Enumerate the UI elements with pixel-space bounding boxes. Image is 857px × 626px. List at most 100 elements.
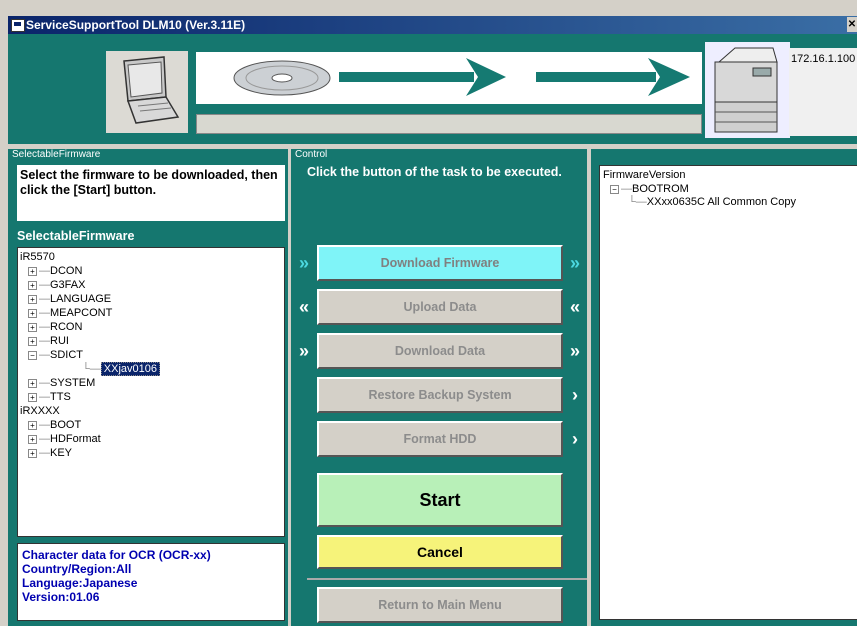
info-line: Version:01.06 xyxy=(22,590,100,604)
tree-item-label: HDFormat xyxy=(50,433,101,445)
return-main-menu-button[interactable]: Return to Main Menu xyxy=(317,587,563,623)
expand-icon[interactable]: + xyxy=(28,420,37,430)
window-title: ServiceSupportTool DLM10 (Ver.3.11E) xyxy=(26,18,246,32)
control-panel: Control Click the button of the task to … xyxy=(291,149,587,626)
tree-item-label: iRXXXX xyxy=(20,405,60,417)
tree-item[interactable]: iR5570 xyxy=(20,250,55,264)
tree-item[interactable]: └— XXjav0106 xyxy=(82,362,161,376)
cancel-button[interactable]: Cancel xyxy=(317,535,563,569)
printer-icon xyxy=(705,42,790,138)
tree-item-label: SYSTEM xyxy=(50,377,96,389)
firmware-tree[interactable]: iR5570 + —DCON + —G3FAX + —LANGUAGE + —MEAPCONT +… xyxy=(17,247,285,537)
fw-header: FirmwareVersion xyxy=(603,169,686,181)
double-chevron-right-icon: » xyxy=(298,341,309,361)
ip-address: 172.16.1.100 xyxy=(791,53,856,65)
double-chevron-right-icon: » xyxy=(298,253,309,273)
collapse-icon[interactable]: − xyxy=(610,184,619,194)
expand-icon[interactable]: + xyxy=(28,448,37,458)
tree-connector: — xyxy=(39,419,50,431)
firmware-version-panel: FirmwareVersion − —BOOTROM └—XXxx0635C Al… xyxy=(591,149,857,626)
divider xyxy=(307,578,587,580)
instruction-text: Select the firmware to be downloaded, th… xyxy=(17,165,285,221)
chevron-right-icon: › xyxy=(572,429,578,449)
tree-item[interactable]: + —LANGUAGE xyxy=(28,292,111,306)
expand-icon[interactable]: + xyxy=(28,308,37,318)
transfer-banner: 172.16.1.100 xyxy=(8,34,857,144)
format-hdd-button[interactable]: Format HDD xyxy=(317,421,563,457)
tree-item[interactable]: + —RUI xyxy=(28,334,69,348)
tree-item[interactable]: + —G3FAX xyxy=(28,278,85,292)
tree-item[interactable]: + —KEY xyxy=(28,446,72,460)
info-line: Language:Japanese xyxy=(22,576,138,590)
tree-item-label: BOOT xyxy=(50,419,82,431)
right-arrow-icon xyxy=(536,58,690,96)
download-data-button[interactable]: Download Data xyxy=(317,333,563,369)
tree-connector: — xyxy=(39,307,50,319)
tree-item-label: KEY xyxy=(50,447,73,459)
tree-item[interactable]: + —SYSTEM xyxy=(28,376,95,390)
fw-child[interactable]: └—XXxx0635C All Common Copy xyxy=(628,196,796,208)
tree-item[interactable]: + —TTS xyxy=(28,390,71,404)
double-chevron-right-icon: » xyxy=(569,253,580,273)
tree-item[interactable]: iRXXXX xyxy=(20,404,60,418)
expand-icon[interactable]: + xyxy=(28,434,37,444)
laptop-icon xyxy=(106,51,188,133)
expand-icon[interactable]: + xyxy=(28,378,37,388)
tree-item-label: TTS xyxy=(50,391,71,403)
tree-connector: — xyxy=(39,391,50,403)
download-firmware-button[interactable]: Download Firmware xyxy=(317,245,563,281)
tree-item-label: MEAPCONT xyxy=(50,307,113,319)
app-icon[interactable] xyxy=(11,19,25,32)
fw-child-label: XXxx0635C All Common Copy xyxy=(646,196,796,208)
tree-connector: — xyxy=(39,293,50,305)
firmware-version-tree[interactable]: FirmwareVersion − —BOOTROM └—XXxx0635C Al… xyxy=(599,165,857,620)
tree-item[interactable]: + —BOOT xyxy=(28,418,81,432)
close-button[interactable]: ✕ xyxy=(847,17,857,32)
tree-connector: — xyxy=(39,335,50,347)
upload-data-button[interactable]: Upload Data xyxy=(317,289,563,325)
tree-item[interactable]: + —HDFormat xyxy=(28,432,101,446)
tree-item-label: G3FAX xyxy=(50,279,86,291)
group-label: Control xyxy=(293,149,330,160)
double-chevron-right-icon: » xyxy=(569,341,580,361)
selectable-firmware-panel: SelectableFirmware Select the firmware t… xyxy=(8,149,288,626)
expand-icon[interactable]: + xyxy=(28,280,37,290)
double-chevron-left-icon: « xyxy=(298,297,309,317)
title-bar: ServiceSupportTool DLM10 (Ver.3.11E) ✕ xyxy=(8,16,857,34)
expand-icon[interactable]: + xyxy=(28,266,37,276)
tree-item[interactable]: − —SDICT xyxy=(28,348,83,362)
expand-icon[interactable]: + xyxy=(28,336,37,346)
tree-connector: — xyxy=(39,279,50,291)
info-line: Character data for OCR (OCR-xx) xyxy=(22,548,211,562)
restore-backup-button[interactable]: Restore Backup System xyxy=(317,377,563,413)
tree-item-label: LANGUAGE xyxy=(50,293,112,305)
start-button[interactable]: Start xyxy=(317,473,563,527)
tree-item-label: RUI xyxy=(50,335,69,347)
fw-node[interactable]: − —BOOTROM xyxy=(610,183,689,195)
firmware-info: Character data for OCR (OCR-xx) Country/… xyxy=(17,543,285,621)
right-arrow-icon xyxy=(339,58,506,96)
tree-connector: — xyxy=(39,265,50,277)
cd-disc-icon xyxy=(233,60,331,96)
tree-item[interactable]: + —RCON xyxy=(28,320,82,334)
tree-item-label: RCON xyxy=(50,321,83,333)
tree-connector: — xyxy=(39,377,50,389)
tree-item[interactable]: + —DCON xyxy=(28,264,82,278)
control-instruction: Click the button of the task to be execu… xyxy=(307,165,562,179)
chevron-right-icon: › xyxy=(572,385,578,405)
tree-item[interactable]: + —MEAPCONT xyxy=(28,306,112,320)
double-chevron-left-icon: « xyxy=(569,297,580,317)
transfer-pipeline xyxy=(196,52,702,104)
tree-item-label: SDICT xyxy=(50,349,83,361)
tree-item-label: XXjav0106 xyxy=(100,362,161,376)
expand-icon[interactable]: + xyxy=(28,294,37,304)
expand-icon[interactable]: + xyxy=(28,392,37,402)
collapse-icon[interactable]: − xyxy=(28,350,37,360)
tree-connector: — xyxy=(39,349,50,361)
progress-bar xyxy=(196,114,702,134)
tree-connector: — xyxy=(39,433,50,445)
tree-item-label: DCON xyxy=(50,265,83,277)
expand-icon[interactable]: + xyxy=(28,322,37,332)
fw-node-label: BOOTROM xyxy=(632,183,689,195)
tree-header: SelectableFirmware xyxy=(17,229,135,243)
